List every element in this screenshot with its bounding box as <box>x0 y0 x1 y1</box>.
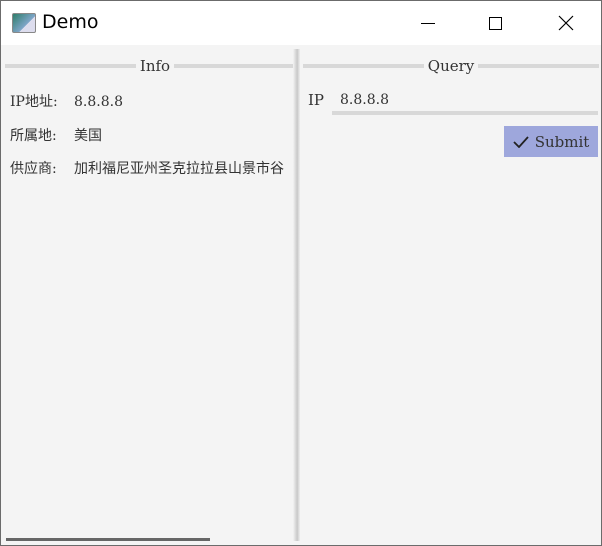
close-button[interactable] <box>543 1 589 45</box>
info-row-ip: IP地址: 8.8.8.8 <box>10 91 123 111</box>
info-label: 供应商: <box>10 161 57 177</box>
horizontal-scrollbar[interactable] <box>6 538 210 541</box>
query-panel: Query IP Submit <box>301 45 600 545</box>
info-value: 美国 <box>74 128 102 144</box>
title-bar[interactable]: Demo <box>1 1 601 45</box>
minimize-icon <box>421 22 435 24</box>
maximize-icon <box>488 16 502 30</box>
submit-label: Submit <box>534 132 590 151</box>
close-icon <box>558 15 574 31</box>
ip-input[interactable] <box>332 89 598 115</box>
minimize-button[interactable] <box>405 1 451 45</box>
info-label: IP地址: <box>10 94 58 110</box>
info-legend: Info <box>5 56 297 76</box>
divider <box>303 64 424 68</box>
window-title: Demo <box>42 11 99 33</box>
divider <box>5 64 136 68</box>
info-row-provider: 供应商: 加利福尼亚州圣克拉拉县山景市谷 <box>10 158 284 178</box>
divider <box>478 64 600 68</box>
panel-splitter[interactable] <box>293 49 300 541</box>
info-value: 8.8.8.8 <box>74 94 123 110</box>
info-panel: Info IP地址: 8.8.8.8 所属地: 美国 供应商: 加利福尼亚州圣克拉拉县… <box>1 45 297 545</box>
query-legend: Query <box>303 56 600 76</box>
submit-button[interactable]: Submit <box>504 126 598 157</box>
query-legend-label: Query <box>427 57 475 75</box>
ip-label: IP <box>308 91 325 109</box>
info-label: 所属地: <box>10 128 57 144</box>
divider <box>174 64 297 68</box>
info-legend-label: Info <box>139 57 171 75</box>
app-window: Demo Info IP地址: 8.8.8.8 所属地: 美国 供应商: 加利福尼亚州… <box>0 0 602 546</box>
app-window-icon <box>12 13 36 33</box>
info-row-location: 所属地: 美国 <box>10 125 102 145</box>
info-value: 加利福尼亚州圣克拉拉县山景市谷 <box>74 161 284 177</box>
maximize-button[interactable] <box>472 1 518 45</box>
check-icon <box>513 135 529 148</box>
